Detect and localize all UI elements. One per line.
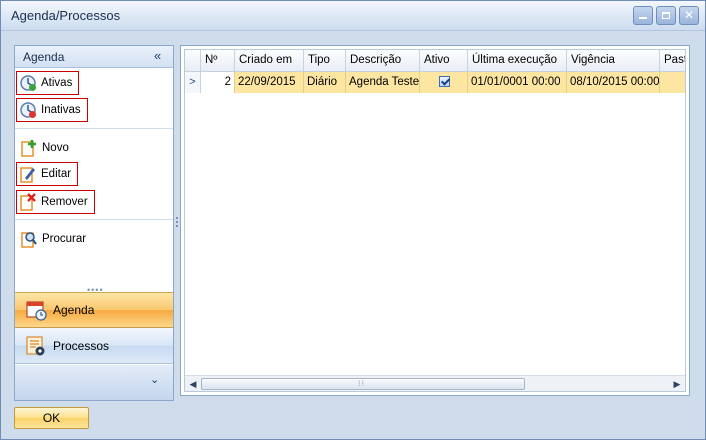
maximize-button[interactable]	[656, 6, 676, 25]
minimize-icon	[639, 17, 647, 19]
clock-inativas-icon	[19, 101, 37, 119]
table-row[interactable]: > 2 22/09/2015 Diário Agenda Teste 01/01…	[185, 72, 685, 93]
ativo-checkbox[interactable]	[439, 76, 450, 87]
nav-item-ativas[interactable]: Ativas	[16, 71, 80, 95]
cell-criado-em[interactable]: 22/09/2015	[235, 72, 304, 93]
nav-item-label: Remover	[41, 196, 88, 208]
nav-item-procurar[interactable]: Procurar	[18, 227, 92, 251]
cell-num[interactable]: 2	[201, 72, 235, 93]
row-indicator-icon: >	[185, 72, 201, 93]
calendar-icon	[25, 299, 47, 321]
group-label: Processos	[53, 338, 110, 353]
grid-viewport: Nº Criado em Tipo Descrição Ativo Última…	[184, 49, 686, 392]
nav-item-label: Procurar	[42, 233, 87, 245]
group-label: Agenda	[53, 303, 95, 317]
row-indicator-header	[185, 50, 201, 72]
horizontal-scrollbar[interactable]: ◀ ⁝⁝ ▶	[185, 375, 685, 391]
collapse-pane-icon[interactable]: «	[154, 48, 161, 63]
maximize-icon	[662, 12, 670, 19]
title-bar: Agenda/Processos ✕	[1, 1, 705, 31]
window: Agenda/Processos ✕ Agenda « Ativas Inati…	[0, 0, 706, 440]
group-agenda[interactable]: Agenda	[15, 292, 173, 328]
cell-descricao[interactable]: Agenda Teste	[346, 72, 420, 93]
scroll-left-icon[interactable]: ◀	[187, 378, 199, 390]
nav-item-label: Novo	[42, 142, 69, 154]
close-button[interactable]: ✕	[679, 6, 699, 25]
remove-x-icon	[19, 193, 37, 211]
nav-item-label: Inativas	[41, 104, 81, 116]
nav-item-novo[interactable]: Novo	[18, 136, 75, 160]
navigation-pane: Agenda « Ativas Inativas Novo Editar Rem…	[14, 45, 174, 401]
ok-button[interactable]: OK	[14, 407, 89, 429]
nav-header: Agenda «	[15, 46, 173, 68]
nav-divider	[15, 219, 173, 220]
column-header-num[interactable]: Nº	[201, 50, 235, 72]
nav-header-label: Agenda	[23, 50, 65, 64]
nav-item-inativas[interactable]: Inativas	[16, 98, 88, 122]
list-process-icon	[25, 335, 47, 357]
scroll-right-icon[interactable]: ▶	[671, 378, 683, 390]
grid-header: Nº Criado em Tipo Descrição Ativo Última…	[185, 50, 685, 72]
nav-item-label: Ativas	[41, 77, 73, 89]
search-icon	[20, 230, 38, 248]
scroll-grip: ⁝⁝	[358, 379, 366, 388]
cell-ultima-execucao[interactable]: 01/01/0001 00:00	[468, 72, 567, 93]
column-header-ultima-execucao[interactable]: Última execução	[468, 50, 567, 72]
data-grid: Nº Criado em Tipo Descrição Ativo Última…	[180, 45, 690, 396]
column-header-ativo[interactable]: Ativo	[420, 50, 468, 72]
clock-ativas-icon	[19, 74, 37, 92]
splitter-grip	[176, 217, 178, 227]
column-header-tipo[interactable]: Tipo	[304, 50, 346, 72]
column-header-descricao[interactable]: Descrição	[346, 50, 420, 72]
window-title: Agenda/Processos	[11, 8, 121, 23]
nav-item-editar[interactable]: Editar	[16, 162, 79, 186]
new-document-icon	[20, 139, 38, 157]
cell-past[interactable]	[660, 72, 685, 93]
close-icon: ✕	[683, 8, 695, 22]
nav-divider	[15, 128, 173, 129]
column-header-criado-em[interactable]: Criado em	[235, 50, 304, 72]
scroll-thumb[interactable]: ⁝⁝	[201, 378, 525, 390]
nav-item-remover[interactable]: Remover	[16, 190, 95, 214]
cell-ativo[interactable]	[420, 72, 468, 93]
chevron-down-icon[interactable]: ⌄	[150, 373, 159, 386]
group-processos[interactable]: Processos	[15, 328, 173, 364]
vertical-splitter[interactable]	[175, 45, 179, 401]
edit-pencil-icon	[19, 165, 37, 183]
nav-footer: ⌄	[15, 365, 173, 400]
cell-vigencia[interactable]: 08/10/2015 00:00	[567, 72, 660, 93]
column-header-past[interactable]: Past	[660, 50, 685, 72]
cell-tipo[interactable]: Diário	[304, 72, 346, 93]
column-header-vigencia[interactable]: Vigência	[567, 50, 660, 72]
minimize-button[interactable]	[633, 6, 653, 25]
nav-item-label: Editar	[41, 168, 72, 180]
